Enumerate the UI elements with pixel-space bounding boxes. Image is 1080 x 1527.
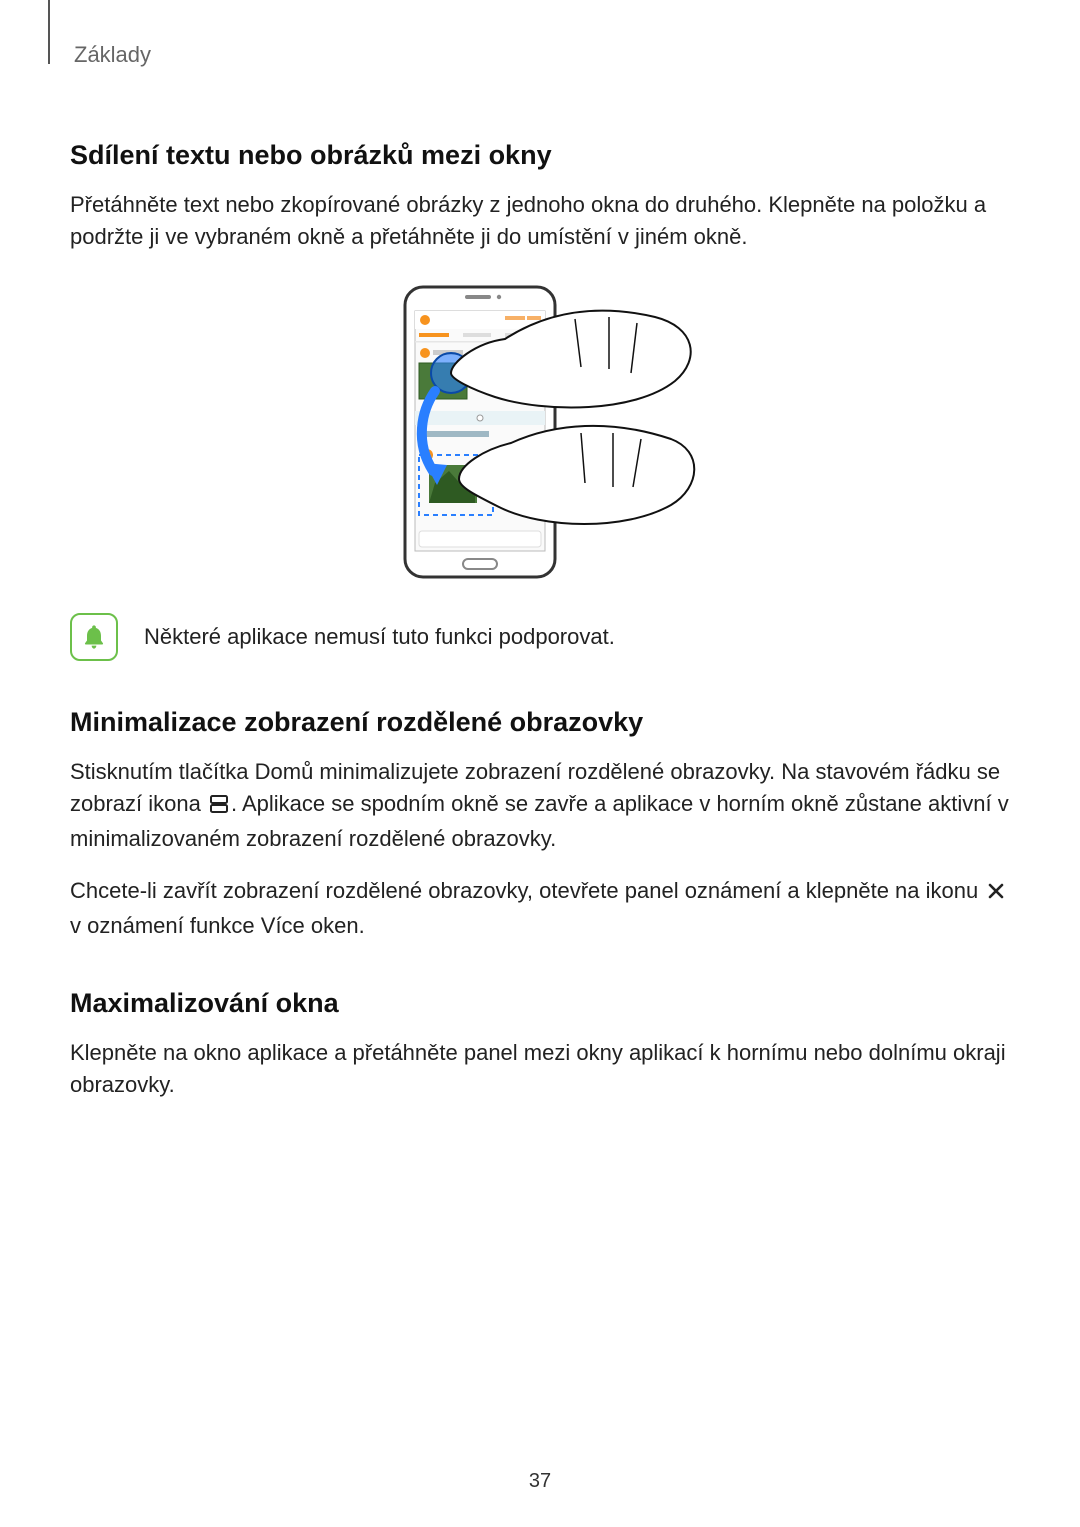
phone-drag-illustration-icon	[375, 283, 705, 583]
note-row: Některé aplikace nemusí tuto funkci podp…	[70, 613, 1010, 661]
note-text: Některé aplikace nemusí tuto funkci podp…	[144, 621, 615, 653]
para-maximize: Klepněte na okno aplikace a přetáhněte p…	[70, 1037, 1010, 1101]
heading-maximize: Maximalizování okna	[70, 988, 1010, 1019]
heading-share: Sdílení textu nebo obrázků mezi okny	[70, 140, 1010, 171]
note-bell-icon	[70, 613, 118, 661]
chapter-label: Základy	[74, 42, 1010, 68]
para-minimize-2: Chcete-li zavřít zobrazení rozdělené obr…	[70, 875, 1010, 942]
split-screen-icon	[209, 791, 229, 823]
para-minimize-2b: v oznámení funkce Více oken.	[70, 913, 365, 938]
page: Základy Sdílení textu nebo obrázků mezi …	[0, 0, 1080, 1527]
margin-line	[48, 0, 50, 64]
heading-minimize: Minimalizace zobrazení rozdělené obrazov…	[70, 707, 1010, 738]
close-icon	[986, 878, 1006, 910]
para-minimize-1: Stisknutím tlačítka Domů minimalizujete …	[70, 756, 1010, 855]
para-share: Přetáhněte text nebo zkopírované obrázky…	[70, 189, 1010, 253]
figure-drag-between-windows	[70, 283, 1010, 583]
para-minimize-2a: Chcete-li zavřít zobrazení rozdělené obr…	[70, 878, 984, 903]
page-number: 37	[0, 1470, 1080, 1493]
